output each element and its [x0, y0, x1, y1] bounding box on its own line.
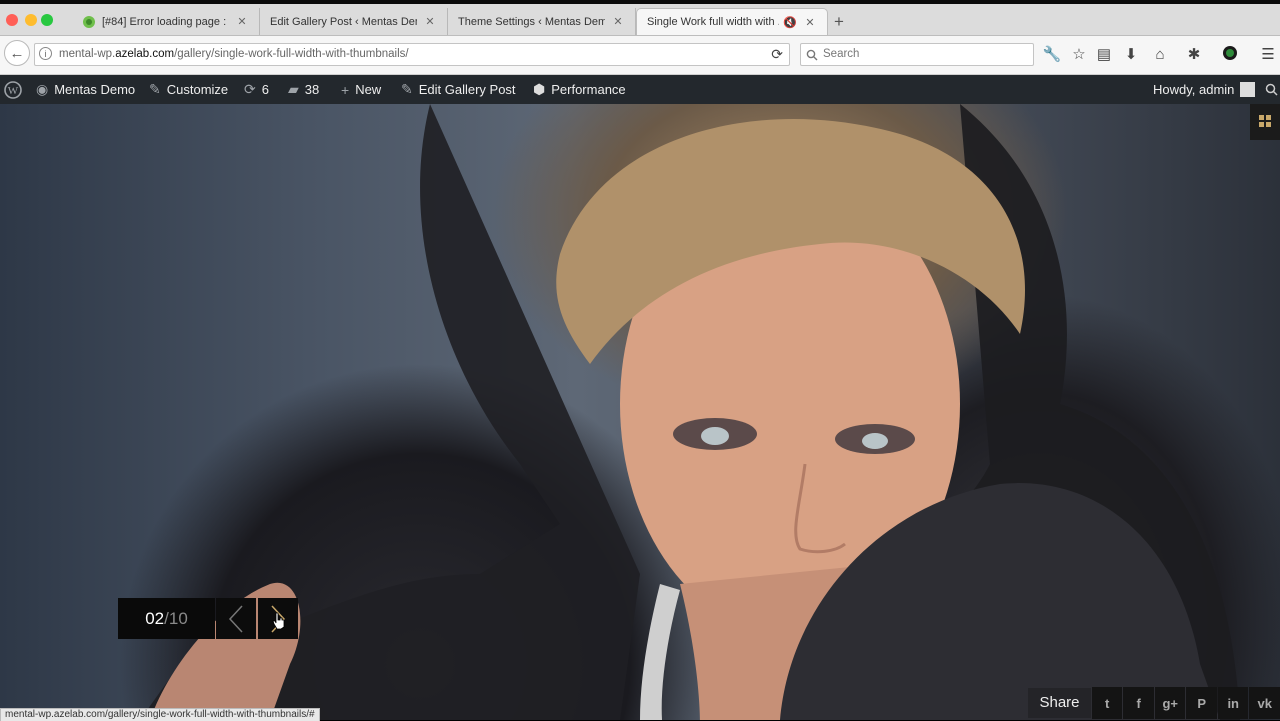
- performance-icon: ⬢: [533, 81, 546, 97]
- site-name-link[interactable]: ◉ Mentas Demo: [36, 75, 135, 104]
- clipboard-icon[interactable]: ▤: [1094, 45, 1114, 65]
- edit-label: Edit Gallery Post: [418, 82, 516, 97]
- tab-bar: [#84] Error loading page : ... ✕ Edit Ga…: [0, 4, 1280, 36]
- tab-single-work[interactable]: Single Work full width with ... 🔇 ✕: [636, 8, 828, 35]
- profile-icon[interactable]: [1220, 45, 1240, 65]
- performance-label: Performance: [551, 82, 626, 97]
- tab-edit-gallery-post[interactable]: Edit Gallery Post ‹ Mentas Dem... ✕: [260, 8, 448, 35]
- updates-icon: ⟳: [244, 81, 256, 97]
- search-input[interactable]: Search: [800, 43, 1034, 66]
- tab-label: [#84] Error loading page : ...: [102, 15, 229, 28]
- share-label: Share: [1028, 688, 1091, 718]
- site-name-label: Mentas Demo: [54, 82, 136, 97]
- dashboard-icon: ◉: [36, 81, 49, 97]
- search-placeholder: Search: [823, 48, 860, 60]
- comments-link[interactable]: ▰ 38: [288, 75, 319, 104]
- status-bar-url: mental-wp.azelab.com/gallery/single-work…: [0, 708, 320, 721]
- close-tab-icon[interactable]: ✕: [235, 15, 249, 28]
- bug-icon: [83, 15, 95, 28]
- grid-view-button[interactable]: [1250, 104, 1280, 140]
- minimize-window-button[interactable]: [25, 14, 37, 26]
- admin-search-icon[interactable]: [1265, 75, 1278, 104]
- google-plus-icon[interactable]: g+: [1154, 687, 1186, 719]
- total-slides: /10: [164, 608, 188, 628]
- new-tab-button[interactable]: +: [834, 12, 844, 32]
- updates-link[interactable]: ⟳ 6: [244, 75, 269, 104]
- address-bar[interactable]: i mental-wp.azelab.com/gallery/single-wo…: [34, 43, 790, 66]
- current-slide: 02: [145, 608, 165, 628]
- linkedin-icon[interactable]: in: [1217, 687, 1249, 719]
- wordpress-logo-icon[interactable]: W: [4, 75, 22, 104]
- close-tab-icon[interactable]: ✕: [423, 15, 437, 28]
- updates-count: 6: [261, 82, 269, 97]
- reload-icon[interactable]: ⟳: [771, 46, 783, 63]
- tab-label: Single Work full width with ...: [647, 16, 780, 28]
- tab-label: Theme Settings ‹ Mentas Demo...: [458, 15, 605, 28]
- grid-icon: [1259, 115, 1271, 127]
- back-button[interactable]: ←: [4, 40, 30, 66]
- facebook-icon[interactable]: f: [1123, 687, 1154, 719]
- tab-theme-settings[interactable]: Theme Settings ‹ Mentas Demo... ✕: [448, 8, 636, 35]
- edit-gallery-post-link[interactable]: ✎ Edit Gallery Post: [401, 75, 516, 104]
- share-bar: Share t f g+ P in vk: [1028, 686, 1280, 720]
- menu-icon[interactable]: ☰: [1258, 45, 1278, 65]
- url-text: mental-wp.azelab.com/gallery/single-work…: [59, 48, 409, 60]
- mute-icon[interactable]: 🔇: [783, 16, 797, 29]
- howdy-label: Howdy, admin: [1153, 82, 1235, 97]
- info-icon[interactable]: i: [39, 47, 52, 60]
- pencil-icon: ✎: [401, 81, 413, 97]
- plus-icon: +: [341, 81, 350, 98]
- navigation-bar: ← i mental-wp.azelab.com/gallery/single-…: [0, 36, 1280, 75]
- chevron-left-icon: [228, 604, 243, 633]
- close-window-button[interactable]: [6, 14, 18, 26]
- account-menu[interactable]: Howdy, admin: [1153, 75, 1256, 104]
- download-icon[interactable]: ⬇: [1121, 45, 1141, 65]
- vk-icon[interactable]: vk: [1249, 687, 1280, 719]
- brush-icon: ✎: [149, 81, 161, 97]
- pinterest-icon[interactable]: P: [1186, 687, 1217, 719]
- star-icon[interactable]: ☆: [1069, 45, 1089, 65]
- maximize-window-button[interactable]: [41, 14, 53, 26]
- search-icon: [806, 49, 818, 61]
- comments-count: 38: [304, 82, 320, 97]
- extension-icon[interactable]: ✱: [1184, 45, 1204, 65]
- customize-label: Customize: [166, 82, 229, 97]
- slide-counter: 02/10: [118, 598, 215, 639]
- tab-error-loading[interactable]: [#84] Error loading page : ... ✕: [72, 8, 260, 35]
- prev-slide-button[interactable]: [216, 598, 256, 639]
- performance-link[interactable]: ⬢ Performance: [533, 75, 626, 104]
- new-label: New: [355, 82, 382, 97]
- new-content-link[interactable]: + New: [341, 75, 381, 104]
- home-icon[interactable]: ⌂: [1150, 45, 1170, 65]
- twitter-icon[interactable]: t: [1091, 687, 1123, 719]
- avatar: [1240, 82, 1256, 97]
- wp-admin-bar: W ◉ Mentas Demo ✎ Customize ⟳ 6 ▰ 38 + N…: [0, 75, 1280, 104]
- arrow-left-icon: ←: [9, 44, 25, 62]
- hand-cursor-icon: [272, 612, 285, 630]
- customize-link[interactable]: ✎ Customize: [149, 75, 228, 104]
- comment-icon: ▰: [288, 81, 299, 97]
- wrench-icon[interactable]: 🔧: [1042, 45, 1062, 65]
- svg-text:W: W: [8, 85, 19, 97]
- close-tab-icon[interactable]: ✕: [803, 16, 817, 29]
- close-tab-icon[interactable]: ✕: [611, 15, 625, 28]
- tab-label: Edit Gallery Post ‹ Mentas Dem...: [270, 15, 417, 28]
